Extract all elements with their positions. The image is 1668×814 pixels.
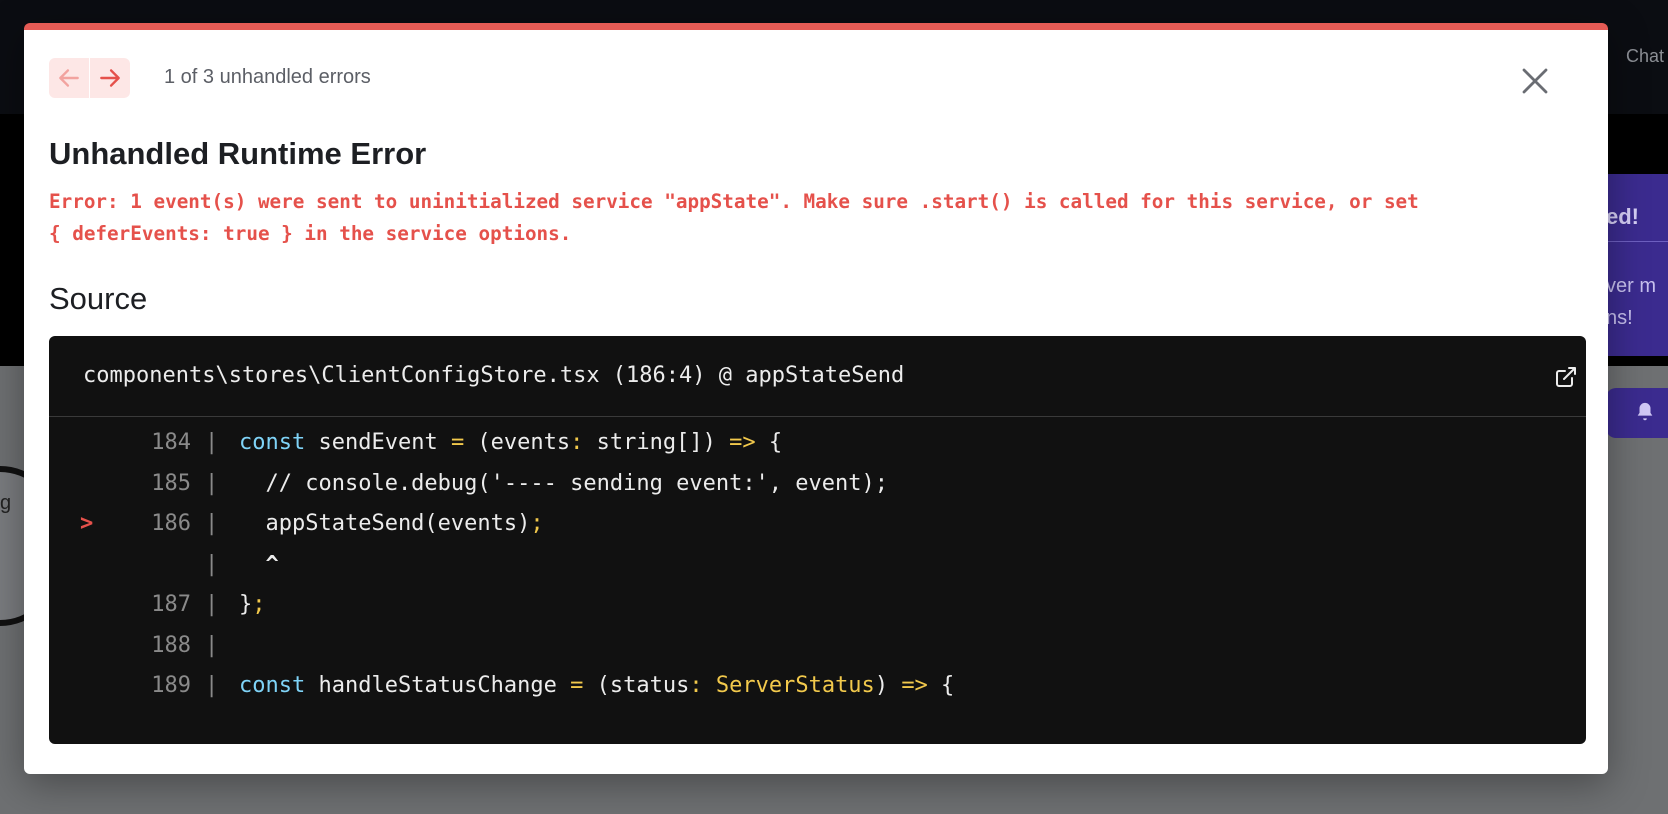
close-overlay-button[interactable] <box>1517 63 1553 99</box>
code-line-source: // console.debug('---- sending event:', … <box>239 470 889 496</box>
code-line-marker: > <box>80 511 94 536</box>
close-icon <box>1522 68 1548 94</box>
code-line-number: 187 <box>151 592 191 617</box>
background-notify-button <box>1606 388 1668 438</box>
code-line: 188 | <box>49 633 1586 674</box>
background-circle-text: g <box>0 492 12 514</box>
code-line-source: appStateSend(events); <box>239 511 544 536</box>
code-frame: components\stores\ClientConfigStore.tsx … <box>49 336 1586 744</box>
code-line: 185 | // console.debug('---- sending eve… <box>49 471 1586 512</box>
code-gutter: | <box>205 592 219 617</box>
error-pagination-text: 1 of 3 unhandled errors <box>164 66 371 88</box>
background-promo-card: ed! ver m ns! <box>1606 174 1668 356</box>
error-pagination-nav <box>49 58 130 98</box>
code-line: 184 | const sendEvent = (events: string[… <box>49 430 1586 471</box>
source-heading: Source <box>49 281 148 316</box>
promo-card-body: ver m ns! <box>1606 275 1656 329</box>
code-line-source: }; <box>239 592 266 617</box>
code-line-number: 189 <box>151 673 191 698</box>
promo-card-divider <box>1606 241 1668 242</box>
background-chat-link: Chat <box>1626 46 1665 66</box>
code-frame-header: components\stores\ClientConfigStore.tsx … <box>49 336 1586 417</box>
code-line-source: const handleStatusChange = (status: Serv… <box>239 673 955 698</box>
code-line-number: 184 <box>151 430 191 455</box>
code-line-source: const sendEvent = (events: string[]) => … <box>239 430 783 455</box>
code-line: 187 | }; <box>49 592 1586 633</box>
external-link-icon[interactable] <box>1554 365 1578 389</box>
code-line-caret: | ^ <box>49 552 1586 593</box>
code-line-number: 186 <box>151 511 191 536</box>
code-gutter: | <box>205 632 219 658</box>
code-gutter: | <box>205 430 219 455</box>
code-gutter: | <box>205 551 219 577</box>
arrow-left-icon <box>59 69 79 87</box>
arrow-right-icon <box>100 69 120 87</box>
error-message-line-2: { deferEvents: true } in the service opt… <box>49 222 572 245</box>
promo-card-title: ed! <box>1606 204 1639 229</box>
code-error-caret: ^ <box>239 551 279 577</box>
code-line: 189 | const handleStatusChange = (status… <box>49 673 1586 714</box>
bell-icon <box>1637 402 1653 421</box>
code-line-number: 188 <box>151 632 191 658</box>
code-gutter: | <box>205 511 219 536</box>
code-frame-body: 184 | const sendEvent = (events: string[… <box>49 430 1586 714</box>
code-line-number: 185 <box>151 470 191 496</box>
next-error-button[interactable] <box>90 58 130 98</box>
error-title: Unhandled Runtime Error <box>49 136 427 171</box>
code-line-highlighted: > 186 | appStateSend(events); <box>49 511 1586 552</box>
error-message-line-1: Error: 1 event(s) were sent to uninitial… <box>49 190 1419 213</box>
error-message: Error: 1 event(s) were sent to uninitial… <box>49 186 1579 250</box>
code-frame-file-link[interactable]: components\stores\ClientConfigStore.tsx … <box>83 363 904 388</box>
code-gutter: | <box>205 673 219 698</box>
code-gutter: | <box>205 470 219 496</box>
error-overlay-dialog: 1 of 3 unhandled errors Unhandled Runtim… <box>24 23 1608 774</box>
previous-error-button[interactable] <box>49 58 89 98</box>
